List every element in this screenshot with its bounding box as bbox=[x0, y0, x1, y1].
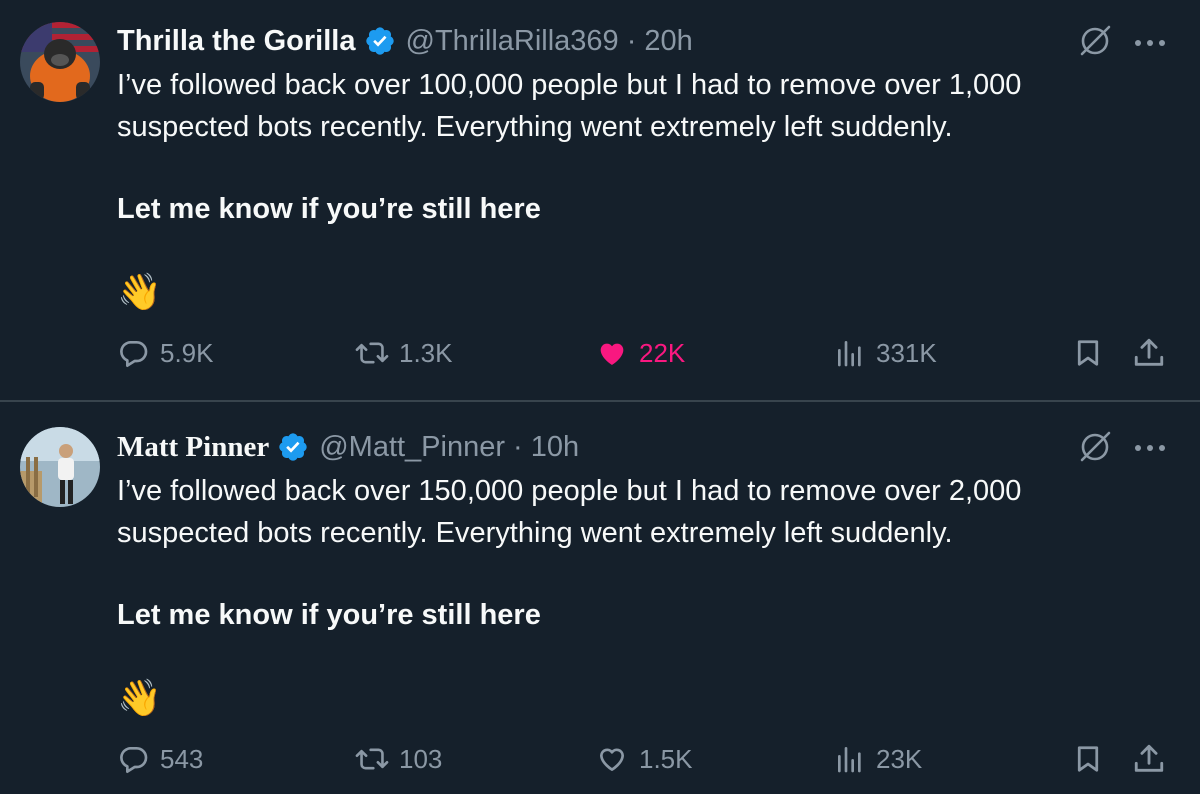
retweet-button[interactable]: 103 bbox=[355, 734, 442, 784]
more-icon[interactable] bbox=[1130, 36, 1170, 48]
views-button[interactable]: 23K bbox=[834, 734, 922, 784]
timestamp[interactable]: 20h bbox=[644, 25, 692, 58]
user-handle[interactable]: @Matt_Pinner bbox=[319, 431, 505, 464]
display-name[interactable]: Matt Pinner bbox=[117, 431, 269, 464]
grok-icon[interactable] bbox=[1078, 430, 1112, 464]
avatar[interactable] bbox=[20, 22, 100, 102]
display-name[interactable]: Thrilla the Gorilla bbox=[117, 25, 356, 58]
timeline-feed: Thrilla the Gorilla @ThrillaRilla369 · 2… bbox=[0, 0, 1200, 794]
grok-icon[interactable] bbox=[1078, 24, 1112, 58]
tweet-text-paragraph: I’ve followed back over 150,000 people b… bbox=[117, 475, 1022, 549]
user-handle[interactable]: @ThrillaRilla369 bbox=[406, 25, 619, 58]
tweet-text-paragraph: I’ve followed back over 100,000 people b… bbox=[117, 69, 1022, 143]
retweet-count: 103 bbox=[399, 743, 443, 774]
like-count: 22K bbox=[639, 337, 686, 368]
views-icon bbox=[838, 341, 861, 367]
views-count: 331K bbox=[876, 337, 937, 368]
reply-icon bbox=[120, 747, 148, 773]
tweet-header: Matt Pinner @Matt_Pinner · 10h bbox=[117, 427, 579, 467]
views-count: 23K bbox=[876, 743, 923, 774]
retweet-button[interactable]: 1.3K bbox=[355, 328, 453, 378]
tweet-actions: 543 103 1.5K 23K bbox=[0, 734, 1200, 784]
share-button[interactable] bbox=[1132, 734, 1166, 784]
views-button[interactable]: 331K bbox=[834, 328, 937, 378]
verified-badge-icon bbox=[277, 431, 309, 463]
tweet-text-bold: Let me know if you’re still here bbox=[117, 193, 541, 225]
tweet-card[interactable]: Matt Pinner @Matt_Pinner · 10h I’ve foll… bbox=[0, 402, 1200, 794]
verified-badge-icon bbox=[364, 25, 396, 57]
heart-icon bbox=[600, 343, 624, 365]
bookmark-button[interactable] bbox=[1073, 328, 1103, 378]
like-button[interactable]: 22K bbox=[595, 328, 685, 378]
separator-dot: · bbox=[513, 430, 523, 463]
reply-button[interactable]: 543 bbox=[118, 734, 203, 784]
views-icon bbox=[838, 747, 861, 773]
separator-dot: · bbox=[626, 24, 637, 57]
waving-hand-emoji: 👋 bbox=[117, 677, 162, 718]
tweet-header: Thrilla the Gorilla @ThrillaRilla369 · 2… bbox=[117, 21, 693, 61]
waving-hand-emoji: 👋 bbox=[117, 271, 162, 312]
reply-count: 543 bbox=[160, 743, 204, 774]
reply-icon bbox=[120, 341, 148, 367]
like-count: 1.5K bbox=[639, 743, 693, 774]
timestamp[interactable]: 10h bbox=[531, 431, 579, 464]
reply-count: 5.9K bbox=[160, 337, 214, 368]
retweet-icon bbox=[355, 748, 389, 770]
tweet-text-bold: Let me know if you’re still here bbox=[117, 599, 541, 631]
share-icon bbox=[1134, 338, 1164, 366]
more-icon[interactable] bbox=[1130, 441, 1170, 453]
retweet-count: 1.3K bbox=[399, 337, 453, 368]
tweet-text: I’ve followed back over 150,000 people b… bbox=[117, 470, 1117, 720]
avatar[interactable] bbox=[20, 427, 100, 507]
bookmark-button[interactable] bbox=[1073, 734, 1103, 784]
share-icon bbox=[1134, 744, 1164, 772]
tweet-card[interactable]: Thrilla the Gorilla @ThrillaRilla369 · 2… bbox=[0, 0, 1200, 400]
tweet-text: I’ve followed back over 100,000 people b… bbox=[117, 64, 1117, 314]
retweet-icon bbox=[355, 342, 389, 364]
share-button[interactable] bbox=[1132, 328, 1166, 378]
bookmark-icon bbox=[1077, 340, 1099, 366]
bookmark-icon bbox=[1077, 746, 1099, 772]
tweet-actions: 5.9K 1.3K 22K 331K bbox=[0, 328, 1200, 378]
heart-icon bbox=[600, 748, 624, 771]
like-button[interactable]: 1.5K bbox=[595, 734, 693, 784]
reply-button[interactable]: 5.9K bbox=[118, 328, 214, 378]
